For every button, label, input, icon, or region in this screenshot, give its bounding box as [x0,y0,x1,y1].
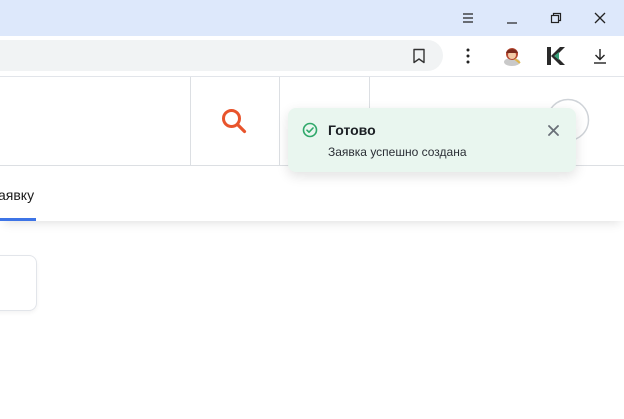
close-icon [594,12,606,24]
restore-icon [550,12,562,24]
tab-menu-button[interactable] [446,0,490,36]
restore-button[interactable] [534,0,578,36]
minimize-icon [507,22,517,24]
browser-titlebar [0,0,624,36]
bookmark-icon [413,48,425,64]
toast-close-button[interactable] [545,122,561,138]
header-divider [279,77,280,165]
address-bar[interactable] [0,40,443,71]
extension-avatar-icon [504,48,521,66]
toast-message: Заявка успешно создана [328,145,467,159]
minimize-button[interactable] [490,0,534,36]
extension-button-1[interactable] [496,40,528,72]
search-button[interactable] [219,106,249,136]
menu-icon [463,13,473,23]
check-circle-icon [302,122,318,138]
content-card[interactable] [0,255,37,311]
browser-menu-button[interactable] [452,40,484,72]
close-icon [547,124,559,136]
tab-label: аявку [0,187,35,203]
browser-toolbar [0,36,624,77]
header-divider [190,77,191,165]
close-window-button[interactable] [578,0,622,36]
downloads-button[interactable] [584,40,616,72]
extension-button-2[interactable] [540,40,572,72]
kinopoisk-k-icon [547,47,565,65]
bookmark-button[interactable] [403,40,435,72]
success-toast: Готово Заявка успешно создана [288,108,576,172]
download-icon [594,49,606,64]
search-icon [222,109,247,134]
tabs-bar: аявку [0,166,624,221]
active-tab-indicator [0,218,36,221]
more-vertical-icon [466,48,470,64]
toast-title: Готово [328,122,376,138]
